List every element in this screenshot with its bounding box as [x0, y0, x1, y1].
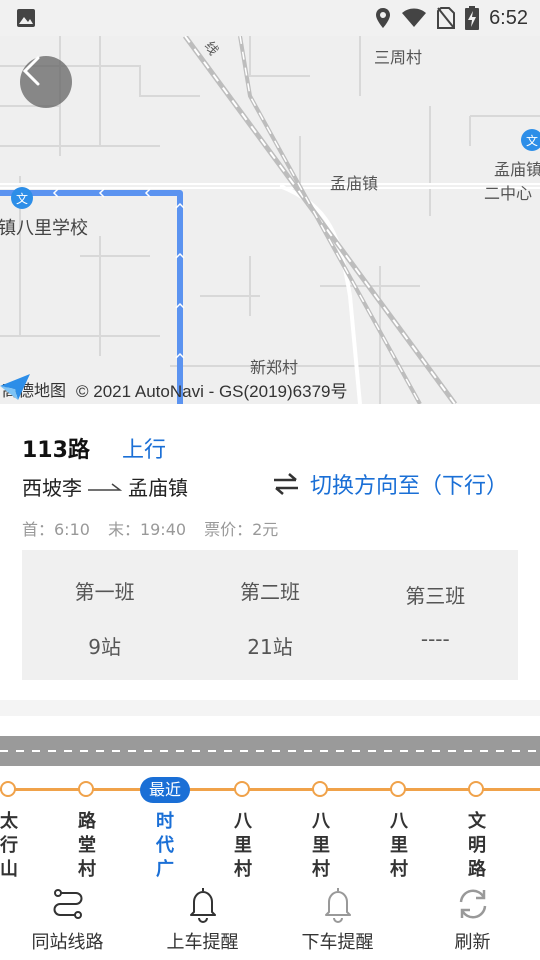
svg-text:文: 文	[526, 133, 538, 148]
station-dot	[390, 781, 406, 797]
school-poi-icon: 文	[521, 129, 540, 151]
fare: 票价：2元	[204, 520, 279, 539]
battery-charging-icon	[465, 6, 480, 30]
route-terminals: 西坡李 孟庙镇	[22, 472, 188, 501]
schedule-name: 第一班	[74, 580, 135, 604]
map-copyright: © 2021 AutoNavi - GS(2019)6379号	[76, 381, 348, 401]
last-bus-time: 末：19:40	[107, 520, 187, 539]
wifi-icon	[402, 8, 427, 27]
switch-direction-label: 切换方向至（下行）	[309, 474, 508, 499]
route-info: 113路 上行 西坡李 孟庙镇 切换方向至（下行） 首：6:10 末：19:40…	[0, 404, 540, 700]
station-dot	[78, 781, 94, 797]
section-divider	[0, 700, 540, 716]
bus-schedule: 第一班 9站 第二班 21站 第三班 ----	[22, 550, 518, 680]
first-bus-time: 首：6:10	[22, 520, 90, 539]
road-dash	[0, 750, 540, 752]
arrow-right-icon	[88, 482, 122, 491]
route-direction: 上行	[122, 438, 167, 463]
nav-boarding-reminder[interactable]: 上车提醒	[135, 878, 270, 960]
destination-stop: 孟庙镇	[128, 476, 188, 500]
route-icon	[53, 889, 82, 919]
station-name[interactable]: 八里村东	[387, 810, 411, 882]
map-label: 二中心	[484, 184, 533, 203]
nav-label: 下车提醒	[301, 932, 374, 953]
nav-label: 同站线路	[31, 932, 104, 953]
station-name[interactable]: 路堂村	[75, 810, 99, 882]
station-dot	[0, 781, 16, 797]
map-label: 孟庙镇	[494, 160, 540, 179]
station-name[interactable]: 文明路	[465, 810, 489, 882]
refresh-icon	[459, 889, 486, 919]
route-map[interactable]: 文 文 三周村 孟庙镇 孟庙镇 二中心 镇八里学校 新郑村 线 高德地图 © 2…	[0, 36, 540, 404]
nav-alighting-reminder[interactable]: 下车提醒	[270, 878, 405, 960]
nav-label: 上车提醒	[166, 932, 239, 953]
map-attribution: 高德地图 © 2021 AutoNavi - GS(2019)6379号	[0, 374, 347, 404]
nav-label: 刷新	[454, 932, 491, 953]
schedule-item[interactable]: 第三班 ----	[353, 550, 518, 680]
map-label: 孟庙镇	[330, 174, 379, 193]
schedule-stops: 21站	[247, 635, 293, 659]
no-sim-icon	[437, 7, 456, 29]
status-bar: 6:52	[0, 0, 540, 36]
schedule-name: 第二班	[239, 580, 300, 604]
station-dot	[234, 781, 250, 797]
schedule-name: 第三班	[405, 584, 466, 608]
station-dot	[312, 781, 328, 797]
schedule-item[interactable]: 第二班 21站	[187, 550, 352, 680]
svg-text:文: 文	[16, 191, 28, 206]
back-button[interactable]	[20, 56, 72, 108]
schedule-item[interactable]: 第一班 9站	[22, 550, 187, 680]
bell-icon	[189, 888, 216, 923]
bottom-nav: 同站线路 上车提醒 下车提醒 刷新	[0, 878, 540, 960]
station-name[interactable]: 太行山路	[0, 810, 21, 882]
image-icon	[17, 9, 35, 27]
station-dot	[468, 781, 484, 797]
route-name: 113路	[22, 438, 90, 463]
station-name[interactable]: 八里村西	[309, 810, 333, 882]
station-name[interactable]: 八里村	[231, 810, 255, 882]
location-icon	[376, 8, 391, 28]
bell-icon	[324, 888, 351, 923]
station-name-current[interactable]: 时代广场	[153, 810, 177, 882]
nav-refresh[interactable]: 刷新	[405, 878, 540, 960]
chevron-left-icon	[22, 56, 40, 86]
school-poi-icon: 文	[11, 187, 33, 209]
swap-icon	[273, 473, 298, 495]
clock: 6:52	[489, 6, 528, 29]
amap-logo-icon	[0, 374, 30, 400]
switch-direction-button[interactable]: 切换方向至（下行）	[272, 468, 508, 500]
schedule-stops: ----	[420, 627, 450, 651]
schedule-stops: 9站	[88, 635, 122, 659]
map-label: 三周村	[374, 48, 423, 67]
service-times: 首：6:10 末：19:40 票价：2元	[22, 516, 278, 540]
origin-stop: 西坡李	[22, 476, 82, 500]
nav-same-station-lines[interactable]: 同站线路	[0, 878, 135, 960]
map-label: 镇八里学校	[0, 218, 88, 239]
nearest-station-badge[interactable]: 最近	[140, 777, 190, 803]
